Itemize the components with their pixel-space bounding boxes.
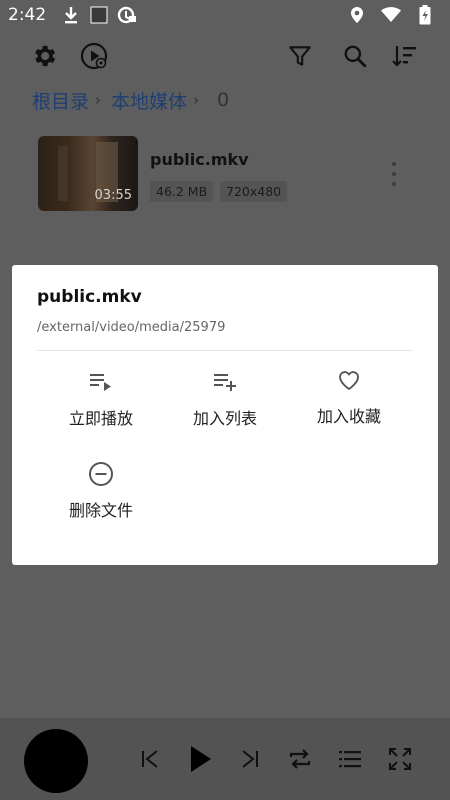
search-icon [344,45,367,68]
play-circle-settings-icon [80,42,108,70]
album-art[interactable] [24,729,88,793]
play-now-button[interactable]: 立即播放 [41,367,161,437]
skip-next-icon [242,750,258,768]
sort-button[interactable] [388,40,420,72]
list-item[interactable]: 03:55 public.mkv 46.2 MB 720x480 [38,136,418,212]
delete-file-label: 删除文件 [68,501,133,520]
status-time: 2:42 [8,5,47,25]
next-button[interactable] [233,742,267,776]
add-to-list-button[interactable]: 加入列表 [165,367,285,437]
filter-icon [289,46,311,66]
video-duration: 03:55 [94,188,132,203]
play-now-label: 立即播放 [68,409,133,428]
gear-icon [35,45,56,67]
previous-button[interactable] [133,742,167,776]
download-icon [60,4,82,26]
play-button[interactable] [183,742,217,776]
sort-icon [392,46,416,67]
divider [37,350,413,351]
playlist-add-icon [210,367,240,397]
player-settings-button[interactable] [78,40,110,72]
breadcrumb-item-root[interactable]: 根目录 [32,87,89,114]
play-icon [191,746,211,772]
breadcrumb-separator: › [95,91,102,109]
add-to-favorites-button[interactable]: 加入收藏 [289,365,409,435]
top-toolbar [0,32,450,80]
file-size-tag: 46.2 MB [150,181,214,202]
location-icon [346,4,368,26]
add-to-favorites-label: 加入收藏 [316,407,381,426]
breadcrumb-item-local-media[interactable]: 本地媒体 [111,87,187,114]
repeat-button[interactable] [283,742,317,776]
breadcrumb-separator: › [193,91,200,109]
filter-button[interactable] [284,40,316,72]
skip-previous-icon [142,750,158,768]
breadcrumb: 根目录 › 本地媒体 › 0 [32,86,229,114]
play-next-icon [86,367,116,397]
dialog-title: public.mkv [37,287,142,307]
breadcrumb-count: 0 [217,89,230,111]
status-bar: 2:42 [0,0,450,30]
dialog-file-path: /external/video/media/25979 [37,320,226,335]
remove-circle-icon [86,459,116,489]
delete-file-button[interactable]: 删除文件 [41,459,161,529]
fullscreen-icon [389,748,411,770]
media-title: public.mkv [150,150,249,169]
search-button[interactable] [339,40,371,72]
mini-player [0,718,450,800]
resolution-tag: 720x480 [220,181,288,202]
repeat-icon [289,749,311,769]
heart-outline-icon [334,365,364,395]
more-options-button[interactable] [388,162,400,186]
app-notification-icon [116,4,138,26]
wifi-icon [380,4,402,26]
playlist-button[interactable] [333,742,367,776]
playlist-icon [339,751,361,768]
battery-charging-icon [414,4,436,26]
square-notification-icon [88,4,110,26]
file-actions-dialog: public.mkv /external/video/media/25979 立… [12,265,438,565]
settings-button[interactable] [28,40,60,72]
fullscreen-button[interactable] [383,742,417,776]
add-to-list-label: 加入列表 [192,409,257,428]
more-vert-icon [392,162,396,166]
video-thumbnail[interactable]: 03:55 [38,136,138,211]
